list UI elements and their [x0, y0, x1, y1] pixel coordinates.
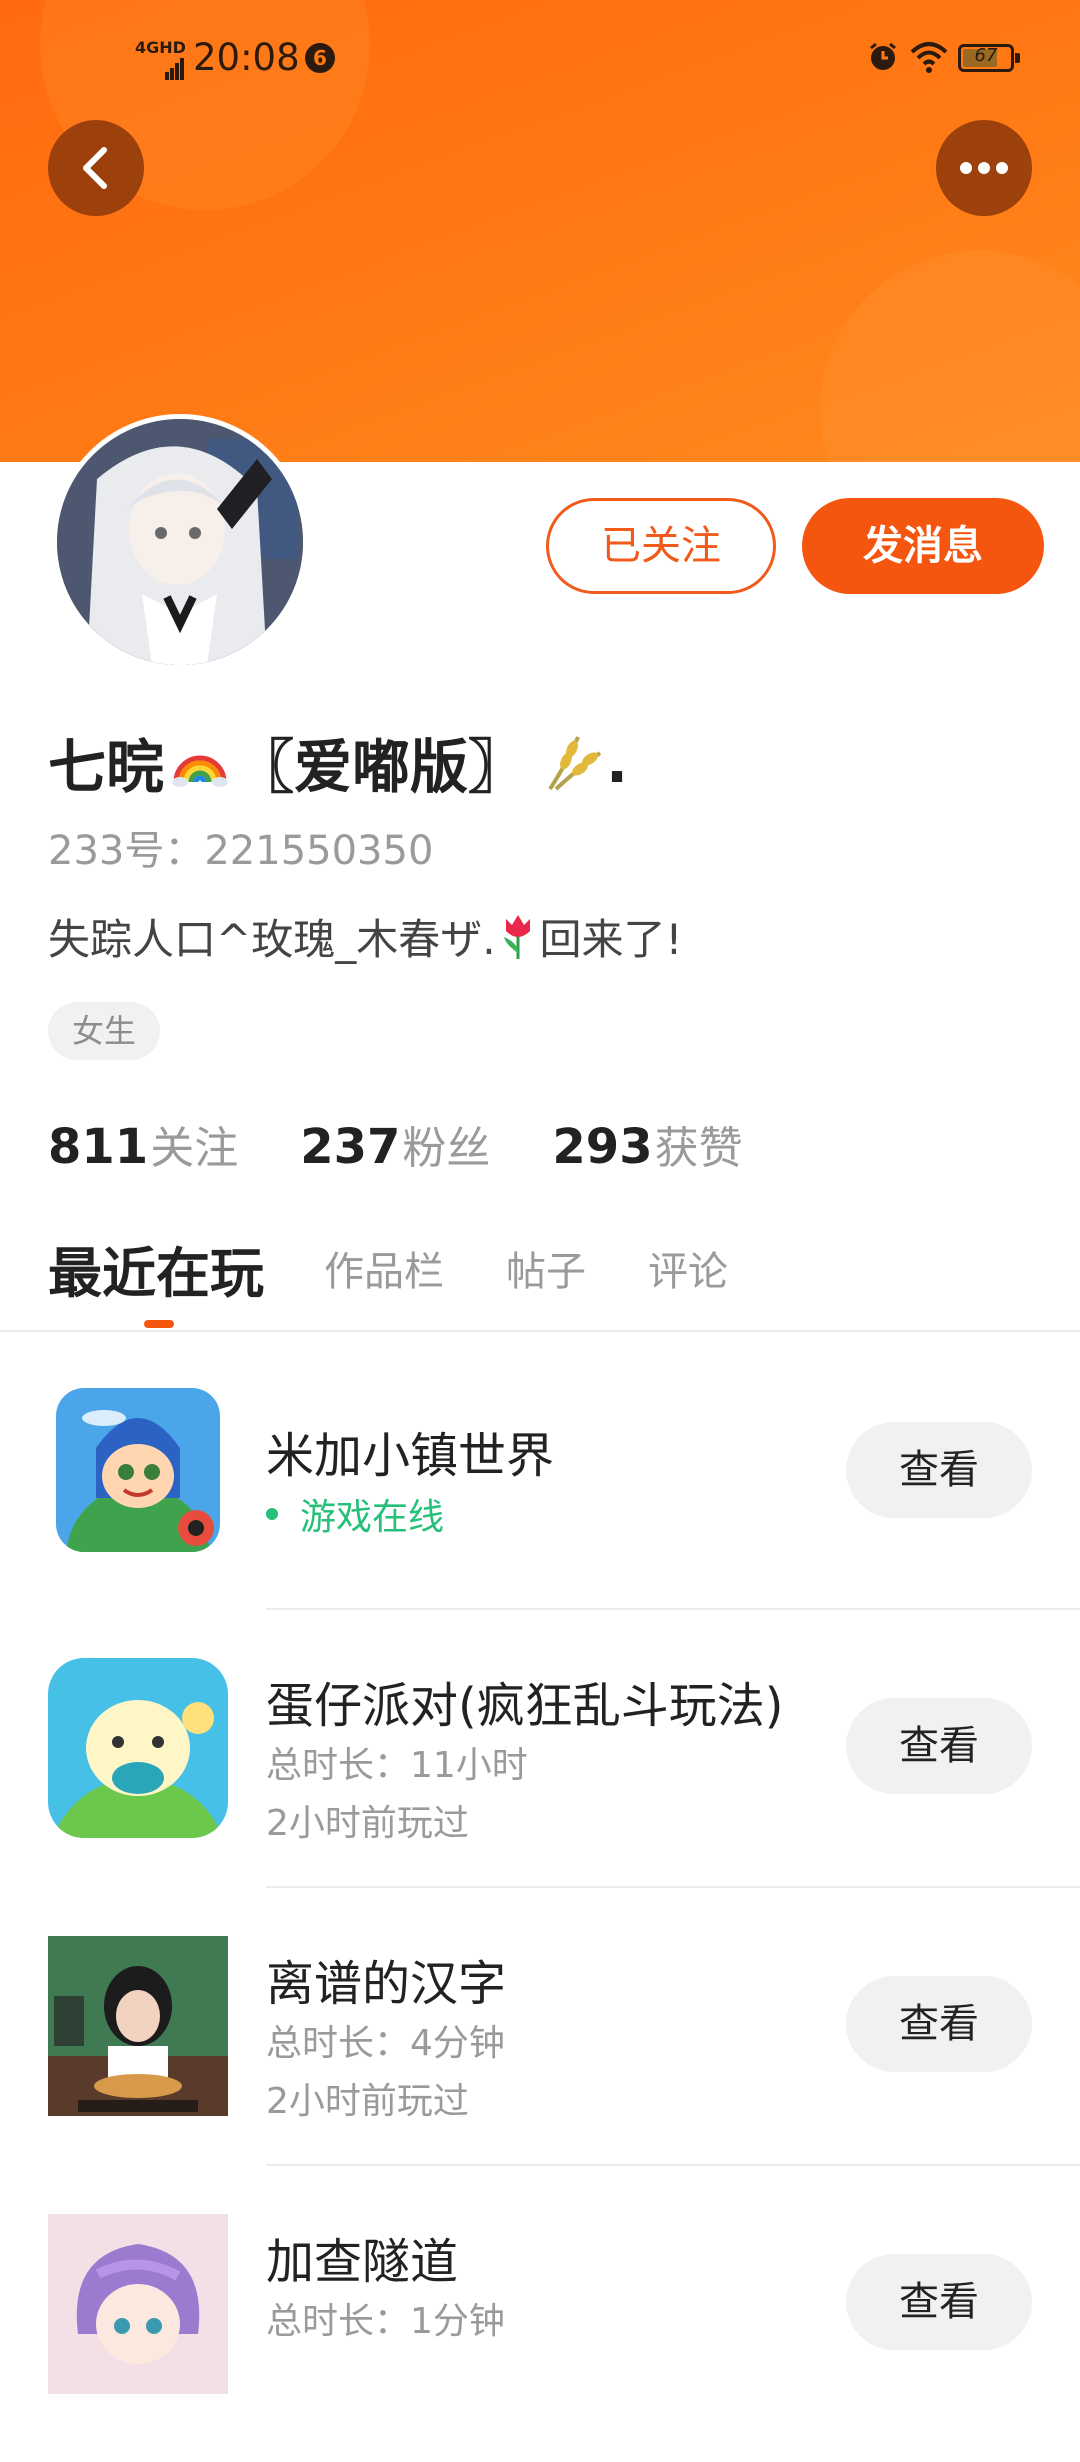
rainbow-emoji-icon — [172, 755, 229, 787]
status-bar: 4GHD 20:08 6 67 — [0, 30, 1080, 90]
list-item[interactable]: 米加小镇世界 游戏在线 查看 — [0, 1360, 1080, 1636]
tab-indicator — [144, 1320, 174, 1328]
name-bracket: 〖爱嘟版〗 — [236, 733, 527, 801]
bio-text-end: 回来了! — [539, 915, 683, 964]
more-dots-icon — [960, 162, 1008, 174]
battery-level: 67 — [974, 45, 998, 66]
signal-icon — [165, 58, 185, 80]
stat-value: 293 — [552, 1119, 653, 1175]
tab-posts[interactable]: 帖子 — [506, 1239, 586, 1297]
view-button[interactable]: 查看 — [846, 1698, 1032, 1794]
view-button[interactable]: 查看 — [846, 1976, 1032, 2072]
gender-tag: 女生 — [48, 1002, 161, 1060]
bio-text-start: 失踪人口^玫瑰_木春ザ. — [48, 915, 496, 964]
row-divider — [266, 1608, 1080, 1610]
user-id: 233号：221550350 — [48, 828, 434, 874]
avatar-illustration — [57, 419, 303, 665]
tab-recent-playing[interactable]: 最近在玩 — [48, 1229, 264, 1308]
game-duration: 总时长：11小时 — [266, 1745, 528, 1786]
game-duration: 总时长：1分钟 — [266, 2301, 505, 2342]
name-tail: . — [606, 728, 629, 796]
chevron-left-icon — [83, 147, 107, 189]
game-title: 加查隧道 — [266, 2234, 459, 2290]
game-icon-gacha-tunnel — [48, 2214, 228, 2394]
game-title: 离谱的汉字 — [266, 1956, 507, 2012]
view-button[interactable]: 查看 — [846, 1422, 1032, 1518]
game-title: 蛋仔派对(疯狂乱斗玩法) — [266, 1678, 784, 1734]
tab-comments[interactable]: 评论 — [648, 1239, 728, 1297]
profile-stats: 811 关注 237 粉丝 293 获赞 — [48, 1112, 805, 1176]
wifi-icon — [910, 42, 948, 73]
game-icon-lipu-hanzi — [48, 1936, 228, 2116]
status-time: 20:08 — [193, 36, 300, 79]
avatar[interactable] — [52, 414, 308, 670]
game-title: 米加小镇世界 — [266, 1428, 555, 1484]
more-button[interactable] — [936, 120, 1032, 216]
list-item[interactable]: 蛋仔派对(疯狂乱斗玩法) 总时长：11小时 2小时前玩过 查看 — [0, 1630, 1080, 1906]
game-last-played: 2小时前玩过 — [266, 1803, 469, 1844]
name-main: 七晥 — [48, 733, 165, 801]
stat-value: 237 — [300, 1119, 401, 1175]
online-status: 游戏在线 — [266, 1488, 444, 1540]
row-divider — [266, 2164, 1080, 2166]
followed-button[interactable]: 已关注 — [546, 498, 776, 594]
tulip-emoji-icon — [503, 914, 530, 959]
profile-bio: 失踪人口^玫瑰_木春ザ. 回来了! — [48, 906, 682, 967]
back-button[interactable] — [48, 120, 144, 216]
alarm-icon — [870, 42, 896, 70]
stat-label: 关注 — [150, 1123, 239, 1174]
online-dot-icon — [266, 1508, 278, 1520]
game-duration: 总时长：4分钟 — [266, 2023, 505, 2064]
game-icon-miga — [56, 1388, 220, 1552]
view-button[interactable]: 查看 — [846, 2254, 1032, 2350]
stat-followers[interactable]: 237 粉丝 — [300, 1112, 490, 1176]
battery-icon: 67 — [958, 44, 1020, 72]
online-status-text: 游戏在线 — [300, 1497, 445, 1538]
tab-divider — [0, 1330, 1080, 1332]
row-divider — [266, 1886, 1080, 1888]
list-item[interactable]: 加查隧道 总时长：1分钟 查看 — [0, 2186, 1080, 2462]
profile-name: 七晥 〖爱嘟版〗 . — [48, 722, 628, 802]
network-type: 4GHD — [135, 38, 186, 57]
profile-tabs: 最近在玩 作品栏 帖子 评论 — [48, 1228, 790, 1308]
send-message-button[interactable]: 发消息 — [802, 498, 1044, 594]
tab-works[interactable]: 作品栏 — [324, 1239, 444, 1297]
game-last-played: 2小时前玩过 — [266, 2081, 469, 2122]
stat-value: 811 — [48, 1119, 149, 1175]
stat-label: 粉丝 — [402, 1123, 491, 1174]
notification-count: 6 — [305, 43, 335, 73]
stat-following[interactable]: 811 关注 — [48, 1112, 238, 1176]
game-icon-eggy-party — [48, 1658, 228, 1838]
stat-label: 获赞 — [654, 1123, 743, 1174]
stat-likes[interactable]: 293 获赞 — [552, 1112, 742, 1176]
list-item[interactable]: 离谱的汉字 总时长：4分钟 2小时前玩过 查看 — [0, 1908, 1080, 2184]
rice-emoji-icon — [548, 736, 602, 791]
